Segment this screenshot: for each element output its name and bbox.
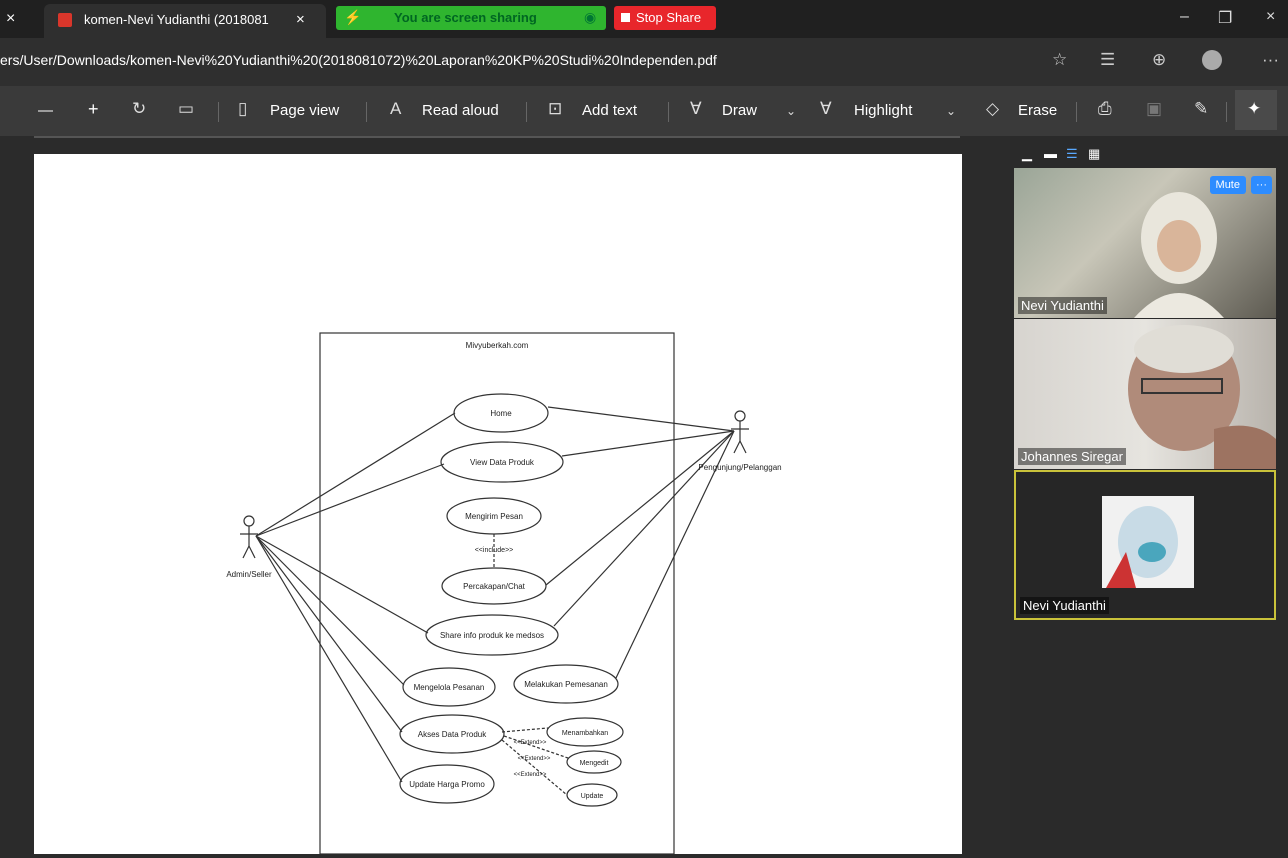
draw-button[interactable]: Draw xyxy=(722,102,757,119)
read-aloud-button[interactable]: Read aloud xyxy=(422,102,499,119)
pdf-toolbar: — + ↻ ▭ ▯ Page view A Read aloud ⊡ Add t… xyxy=(0,86,1288,136)
add-text-button[interactable]: Add text xyxy=(582,102,637,119)
more-options-button[interactable]: ··· xyxy=(1251,176,1272,194)
toolbar-divider xyxy=(1076,102,1077,122)
use-case-label: Update xyxy=(581,793,604,800)
use-case-label: Percakapan/Chat xyxy=(463,582,526,591)
read-aloud-icon: A xyxy=(390,99,402,118)
participant-video-tile[interactable]: Nevi Yudianthi xyxy=(1014,470,1276,620)
use-case-label: Update Harga Promo xyxy=(409,780,485,789)
minimize-button[interactable]: – xyxy=(1180,8,1189,26)
use-case-diagram: Mivyuberkah.com Admin/Seller Pengunjung/… xyxy=(226,332,782,854)
use-case-label: Mengirim Pesan xyxy=(465,512,523,521)
zoom-out-button[interactable]: — xyxy=(38,102,53,119)
collections-icon[interactable]: ⊕ xyxy=(1152,50,1166,70)
toolbar-divider xyxy=(366,102,367,122)
sharing-status: You are screen sharing xyxy=(394,10,537,25)
speaker-view-icon[interactable]: ▬ xyxy=(1044,146,1057,161)
use-case-label: Mengelola Pesanan xyxy=(414,683,485,692)
window-close-button[interactable]: × xyxy=(1266,8,1275,26)
stop-share-label: Stop Share xyxy=(636,10,702,25)
stop-icon xyxy=(621,13,630,22)
strip-view-icon[interactable]: ☰ xyxy=(1066,146,1078,162)
toolbar-divider xyxy=(1226,102,1227,122)
print-icon[interactable]: ⎙ xyxy=(1098,99,1112,119)
draw-icon: ∀ xyxy=(690,99,702,118)
favorite-star-icon[interactable]: ☆ xyxy=(1052,50,1067,70)
eraser-icon: ◇ xyxy=(986,99,1000,118)
admin-actor xyxy=(240,515,258,559)
highlight-button[interactable]: Highlight xyxy=(854,102,912,119)
page-view-icon: ▯ xyxy=(238,99,248,118)
shield-icon[interactable]: ◉ xyxy=(584,9,596,26)
screen-sharing-banner: ⚡ You are screen sharing ◉ xyxy=(336,6,606,30)
use-case-label: Menambahkan xyxy=(562,730,608,737)
chevron-down-icon[interactable]: ⌄ xyxy=(786,104,796,118)
toolbar-divider xyxy=(526,102,527,122)
save-as-icon[interactable]: ✎ xyxy=(1194,99,1208,119)
rotate-icon[interactable]: ↻ xyxy=(132,99,146,119)
pin-icon: ✦ xyxy=(1247,99,1262,118)
erase-button[interactable]: Erase xyxy=(1018,102,1057,119)
system-name: Mivyuberkah.com xyxy=(466,341,529,350)
browser-tab[interactable]: komen-Nevi Yudianthi (2018081 × xyxy=(44,4,326,38)
use-case-label: View Data Produk xyxy=(470,458,535,467)
page-view-button[interactable]: Page view xyxy=(270,102,339,119)
participant-video-feed xyxy=(1128,325,1276,469)
more-menu-icon[interactable]: ··· xyxy=(1262,50,1279,70)
extend-label: <<Extend>> xyxy=(518,756,551,762)
participant-name: Johannes Siregar xyxy=(1018,448,1126,465)
minimize-view-icon[interactable]: ▁ xyxy=(1022,146,1032,162)
participant-video-tile[interactable]: Johannes Siregar xyxy=(1014,319,1276,469)
lightning-icon: ⚡ xyxy=(344,9,362,25)
address-bar: ers/User/Downloads/komen-Nevi%20Yudianth… xyxy=(0,38,1288,86)
zoom-in-button[interactable]: + xyxy=(88,99,99,120)
browser-tab-bar: × komen-Nevi Yudianthi (2018081 × ⚡ You … xyxy=(0,0,1288,38)
fit-page-icon[interactable]: ▭ xyxy=(178,99,194,119)
toolbar-divider xyxy=(668,102,669,122)
extend-label: <<Extend>> xyxy=(514,740,547,746)
tab-close-icon[interactable]: × xyxy=(296,11,305,28)
pdf-icon xyxy=(58,13,72,27)
highlight-icon: ∀ xyxy=(820,99,832,118)
meeting-panel: ▁ ▬ ☰ ▦ Mute ··· Nevi Yudianthi Johannes… xyxy=(1010,136,1288,858)
admin-actor-label: Admin/Seller xyxy=(226,570,272,579)
participant-video-tile[interactable]: Mute ··· Nevi Yudianthi xyxy=(1014,168,1276,318)
save-icon[interactable]: ▣ xyxy=(1146,99,1162,119)
add-text-icon: ⊡ xyxy=(548,99,563,118)
toolbar-divider xyxy=(218,102,219,122)
use-case-label: Mengedit xyxy=(580,760,609,767)
url-field[interactable]: ers/User/Downloads/komen-Nevi%20Yudianth… xyxy=(0,52,717,68)
gallery-view-icon[interactable]: ▦ xyxy=(1088,146,1100,162)
profile-avatar[interactable] xyxy=(1202,50,1222,70)
pin-toolbar-button[interactable]: ✦ xyxy=(1235,90,1277,130)
customer-actor-label: Pengunjung/Pelanggan xyxy=(698,463,781,472)
chevron-down-icon[interactable]: ⌄ xyxy=(946,104,956,118)
tab-title: komen-Nevi Yudianthi (2018081 xyxy=(84,12,269,27)
include-label: <<include>> xyxy=(475,547,514,554)
close-tab-icon[interactable]: × xyxy=(6,10,15,28)
pdf-page: Mivyuberkah.com Admin/Seller Pengunjung/… xyxy=(34,154,962,854)
use-case-label: Melakukan Pemesanan xyxy=(524,680,608,689)
previous-page-edge xyxy=(34,136,960,138)
use-case-label: Home xyxy=(490,409,512,418)
favorites-list-icon[interactable]: ☰ xyxy=(1100,50,1115,70)
mute-button[interactable]: Mute xyxy=(1209,176,1246,194)
use-case-label: Akses Data Produk xyxy=(418,730,487,739)
restore-button[interactable]: ❐ xyxy=(1218,8,1232,28)
participant-name: Nevi Yudianthi xyxy=(1018,297,1107,314)
stop-share-button[interactable]: Stop Share xyxy=(614,6,716,30)
participant-name: Nevi Yudianthi xyxy=(1020,597,1109,614)
use-case-label: Share info produk ke medsos xyxy=(440,631,544,640)
extend-label: <<Extend>> xyxy=(514,772,547,778)
